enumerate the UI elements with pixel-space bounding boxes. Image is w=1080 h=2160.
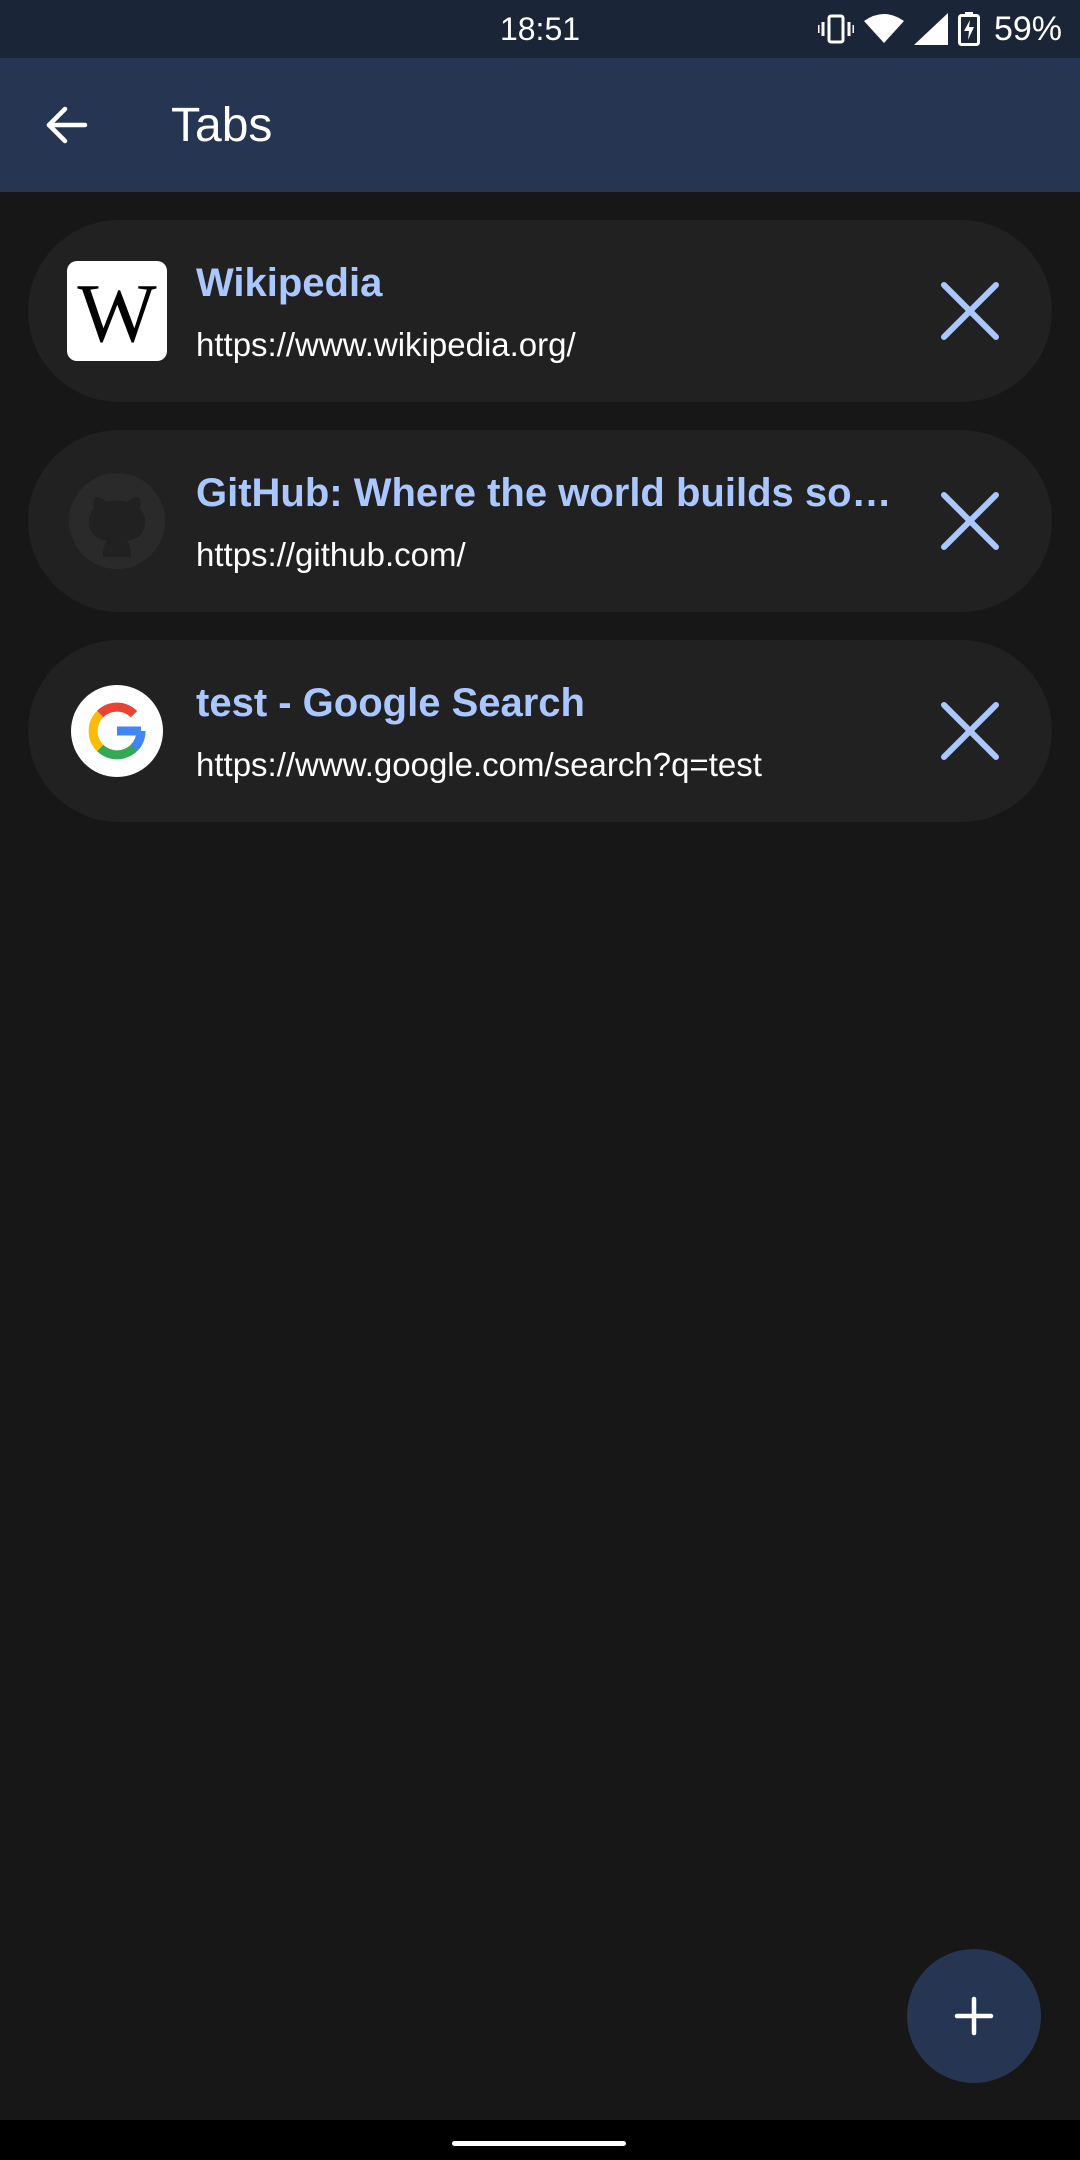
- tab-title: GitHub: Where the world builds so…: [196, 471, 892, 515]
- wifi-icon: [863, 14, 904, 43]
- tab-url: https://www.wikipedia.org/: [196, 326, 576, 363]
- tabs-list: W Wikipedia https://www.wikipedia.org/ G…: [28, 220, 1052, 850]
- system-nav-bar: [0, 2120, 1080, 2160]
- close-icon: [941, 282, 999, 340]
- back-button[interactable]: [30, 88, 104, 162]
- tab-url: https://www.google.com/search?q=test: [196, 746, 762, 783]
- app-bar: Tabs: [0, 58, 1080, 192]
- tab-title: test - Google Search: [196, 681, 585, 725]
- google-favicon-icon: [71, 685, 163, 777]
- tab-card[interactable]: W Wikipedia https://www.wikipedia.org/: [28, 220, 1052, 402]
- new-tab-button[interactable]: [907, 1949, 1041, 2083]
- tab-card[interactable]: GitHub: Where the world builds so… https…: [28, 430, 1052, 612]
- arrow-back-icon: [46, 106, 88, 144]
- status-icons: 59%: [817, 8, 1062, 50]
- tab-card[interactable]: test - Google Search https://www.google.…: [28, 640, 1052, 822]
- battery-percent: 59%: [993, 10, 1062, 48]
- wikipedia-favicon-icon: W: [67, 261, 167, 361]
- close-tab-button[interactable]: [924, 265, 1016, 357]
- vibrate-icon: [817, 14, 854, 44]
- plus-icon: [954, 1996, 994, 2036]
- signal-icon: [913, 13, 948, 45]
- close-icon: [941, 492, 999, 550]
- close-tab-button[interactable]: [924, 685, 1016, 777]
- battery-charging-icon: [957, 12, 980, 46]
- tab-url: https://github.com/: [196, 536, 466, 573]
- page-title: Tabs: [171, 99, 273, 152]
- wikipedia-logo-letter: W: [77, 267, 157, 360]
- close-icon: [941, 702, 999, 760]
- gesture-handle[interactable]: [452, 2141, 626, 2146]
- status-bar: 18:51 59%: [0, 0, 1080, 58]
- github-favicon-icon: [67, 471, 167, 571]
- tab-title: Wikipedia: [196, 261, 383, 305]
- close-tab-button[interactable]: [924, 475, 1016, 567]
